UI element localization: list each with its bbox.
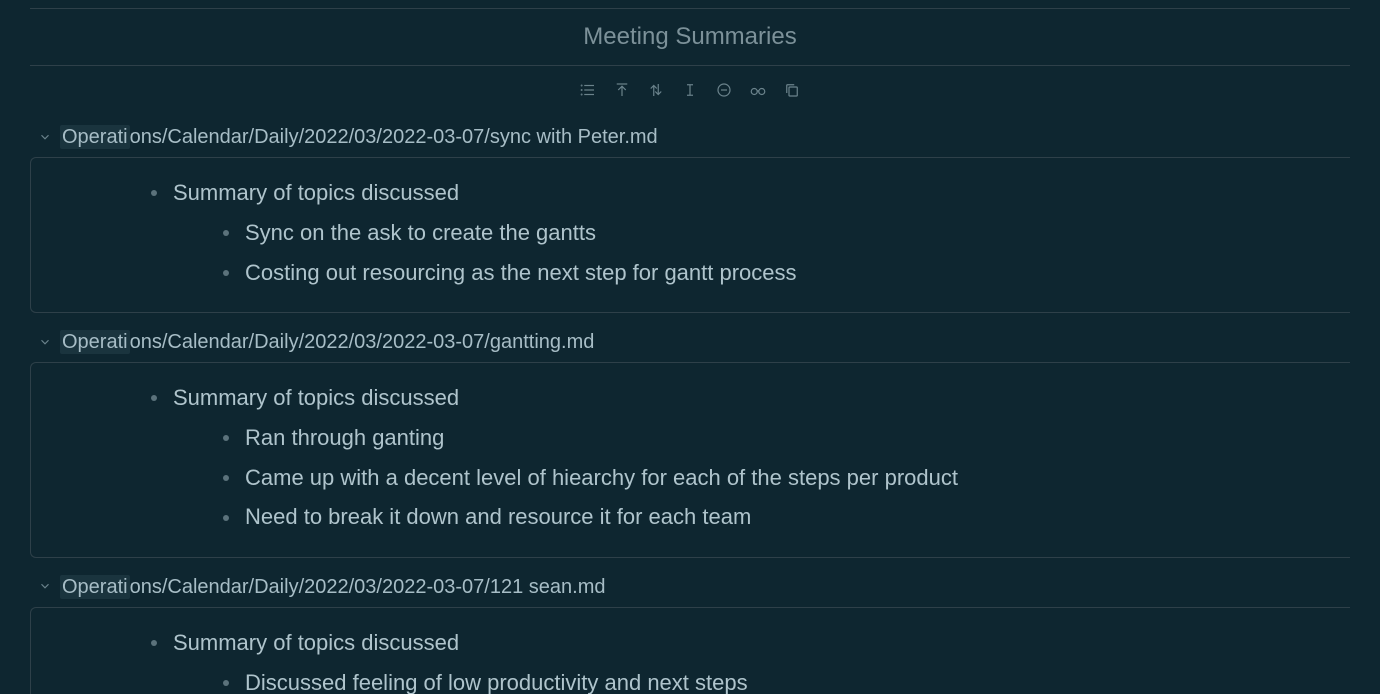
summary-heading: Summary of topics discussed xyxy=(173,180,459,205)
section-header[interactable]: Operations/Calendar/Daily/2022/03/2022-0… xyxy=(30,570,1350,607)
list-icon[interactable] xyxy=(578,80,598,100)
file-path[interactable]: Operations/Calendar/Daily/2022/03/2022-0… xyxy=(60,331,594,354)
path-rest: ons/Calendar/Daily/2022/03/2022-03-07/sy… xyxy=(130,126,658,148)
path-match-highlight: Operati xyxy=(60,125,130,149)
glasses-icon[interactable] xyxy=(748,80,768,100)
file-path[interactable]: Operations/Calendar/Daily/2022/03/2022-0… xyxy=(60,126,658,149)
title-bar: Meeting Summaries xyxy=(30,8,1350,66)
section-header[interactable]: Operations/Calendar/Daily/2022/03/2022-0… xyxy=(30,120,1350,157)
list-item: Summary of topics discussed Sync on the a… xyxy=(151,176,1330,292)
list-item: Summary of topics discussed Ran through g… xyxy=(151,381,1330,537)
result-section: Operations/Calendar/Daily/2022/03/2022-0… xyxy=(30,570,1350,694)
section-body: Summary of topics discussed Ran through g… xyxy=(30,362,1350,558)
list-item: Came up with a decent level of hiearchy … xyxy=(223,458,1330,498)
remove-circle-icon[interactable] xyxy=(714,80,734,100)
move-top-icon[interactable] xyxy=(612,80,632,100)
text-cursor-icon[interactable] xyxy=(680,80,700,100)
chevron-down-icon[interactable] xyxy=(38,579,54,595)
list-item: Ran through ganting xyxy=(223,418,1330,458)
copy-icon[interactable] xyxy=(782,80,802,100)
path-match-highlight: Operati xyxy=(60,575,130,599)
summary-heading: Summary of topics discussed xyxy=(173,385,459,410)
path-rest: ons/Calendar/Daily/2022/03/2022-03-07/ga… xyxy=(130,331,595,353)
path-rest: ons/Calendar/Daily/2022/03/2022-03-07/12… xyxy=(130,576,606,598)
page-title: Meeting Summaries xyxy=(583,23,796,50)
list-item: Need to break it down and resource it fo… xyxy=(223,497,1330,537)
section-body: Summary of topics discussed Discussed fee… xyxy=(30,607,1350,694)
path-match-highlight: Operati xyxy=(60,330,130,354)
chevron-down-icon[interactable] xyxy=(38,130,54,146)
list-item: Discussed feeling of low productivity an… xyxy=(223,663,1330,694)
section-body: Summary of topics discussed Sync on the a… xyxy=(30,157,1350,313)
result-section: Operations/Calendar/Daily/2022/03/2022-0… xyxy=(30,325,1350,558)
sort-arrows-icon[interactable] xyxy=(646,80,666,100)
chevron-down-icon[interactable] xyxy=(38,335,54,351)
list-item: Summary of topics discussed Discussed fee… xyxy=(151,626,1330,694)
toolbar xyxy=(30,66,1350,108)
result-section: Operations/Calendar/Daily/2022/03/2022-0… xyxy=(30,120,1350,313)
section-header[interactable]: Operations/Calendar/Daily/2022/03/2022-0… xyxy=(30,325,1350,362)
list-item: Costing out resourcing as the next step … xyxy=(223,253,1330,293)
summary-heading: Summary of topics discussed xyxy=(173,630,459,655)
file-path[interactable]: Operations/Calendar/Daily/2022/03/2022-0… xyxy=(60,576,605,599)
list-item: Sync on the ask to create the gantts xyxy=(223,213,1330,253)
